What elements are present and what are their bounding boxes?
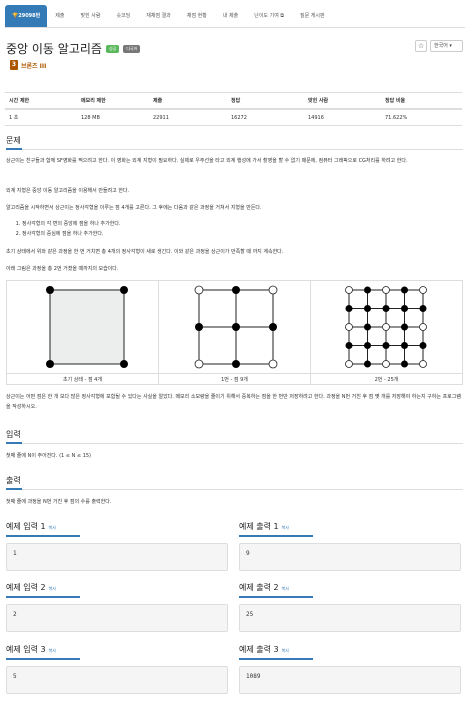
tier-label: 브론즈 III: [21, 62, 47, 70]
table-cell: 1 초: [5, 109, 77, 126]
heading-underline: [6, 596, 80, 598]
sample-output-3-heading: 예제 출력 3 복사: [239, 644, 289, 655]
sample-input-box[interactable]: 2: [6, 604, 228, 632]
heading-underline: [239, 596, 313, 598]
table-header-row: 시간 제한 메모리 제한 제출 정답 맞힌 사람 정답 비율: [5, 92, 462, 110]
output-heading: 출력: [6, 476, 21, 485]
figure-step-2: 2번 - 25개: [311, 281, 462, 384]
tab-short-coding[interactable]: 숏코딩: [108, 5, 138, 27]
problem-nav-tabs: 🏆29098번 제출 맞힌 사람 숏코딩 재채점 결과 채점 현황 내 제출 난…: [5, 5, 465, 28]
sample-output-1-heading: 예제 출력 1 복사: [239, 521, 289, 532]
copy-button[interactable]: 복사: [282, 648, 289, 653]
problem-paragraph: 아래 그림은 과정을 총 2번 거쳤을 때까지의 모습이다.: [6, 266, 119, 272]
problem-info-table: 시간 제한 메모리 제한 제출 정답 맞힌 사람 정답 비율 1 초 128 M…: [5, 92, 462, 126]
heading-underline: [6, 148, 22, 150]
tab-problem[interactable]: 🏆29098번: [5, 5, 48, 27]
table-cell: 71.622%: [381, 109, 462, 126]
heading-underline: [6, 488, 22, 490]
figure-initial: 초기 상태 - 점 4개: [7, 281, 159, 384]
table-header: 제출: [149, 92, 227, 110]
copy-button[interactable]: 복사: [282, 525, 289, 530]
problem-paragraph: 상근이는 친구들과 함께 SF영화를 찍으려고 한다. 이 영화는 외계 지형이…: [6, 158, 408, 164]
page-title: 중앙 이동 알고리즘: [6, 42, 102, 56]
input-heading: 입력: [6, 430, 21, 439]
table-cell: 128 MB: [77, 109, 149, 126]
copy-button[interactable]: 복사: [282, 586, 289, 591]
heading-underline: [6, 535, 80, 537]
tab-label: 29098번: [18, 13, 41, 19]
tab-submit[interactable]: 제출: [47, 5, 72, 27]
divider: [6, 443, 463, 444]
table-header: 맞힌 사람: [304, 92, 381, 110]
title-row: 중앙 이동 알고리즘 성공 다국어: [6, 40, 141, 57]
tab-status[interactable]: 채점 현황: [179, 5, 215, 27]
problem-heading: 문제: [6, 136, 21, 145]
sample-output-box[interactable]: 1089: [239, 666, 461, 694]
table-cell: 22911: [149, 109, 227, 126]
tab-board[interactable]: 질문 게시판: [292, 5, 333, 27]
heading-underline: [239, 658, 313, 660]
sample-input-3-heading: 예제 입력 3 복사: [6, 644, 56, 655]
heading-text: 예제 출력 3: [239, 645, 279, 654]
external-link-icon: ⧉: [280, 13, 284, 19]
sample-input-2-heading: 예제 입력 2 복사: [6, 582, 56, 593]
heading-text: 예제 출력 2: [239, 583, 279, 592]
sample-input-1-heading: 예제 입력 1 복사: [6, 521, 56, 532]
figure-caption: 초기 상태 - 점 4개: [7, 373, 158, 386]
figure-step-1: 1번 - 점 9개: [159, 281, 311, 384]
bronze-tier-icon: 3: [10, 60, 18, 70]
step2-grid-figure: [345, 286, 427, 368]
figure-caption: 1번 - 점 9개: [159, 373, 310, 386]
sample-input-box[interactable]: 1: [6, 543, 228, 571]
heading-text: 예제 출력 1: [239, 522, 279, 531]
tab-difficulty[interactable]: 난이도 기여 ⧉: [246, 5, 292, 27]
sample-output-box[interactable]: 25: [239, 604, 461, 632]
heading-text: 예제 입력 3: [6, 645, 46, 654]
step1-grid-figure: [194, 285, 278, 369]
tab-rejudge[interactable]: 재채점 결과: [138, 5, 179, 27]
tab-label: 난이도 기여: [254, 13, 279, 19]
tier-badge: 3 브론즈 III: [10, 60, 46, 70]
heading-underline: [6, 658, 80, 660]
table-cell: 14916: [304, 109, 381, 126]
problem-paragraph: 초기 상태에서 위와 같은 과정을 한 번 거치면 총 4개의 정사각형이 새로…: [6, 249, 284, 255]
language-select[interactable]: 한국어 ▾: [430, 40, 463, 52]
divider: [6, 149, 463, 150]
table-cell: 16272: [227, 109, 304, 126]
heading-underline: [6, 442, 22, 444]
star-button[interactable]: ☆: [415, 40, 427, 52]
sample-input-box[interactable]: 5: [6, 666, 228, 694]
table-header: 정답: [227, 92, 304, 110]
copy-button[interactable]: 복사: [49, 648, 56, 653]
table-row: 1 초 128 MB 22911 16272 14916 71.622%: [5, 109, 462, 126]
list-item: 정사각형의 각 변의 중앙에 점을 하나 추가한다.: [22, 219, 463, 229]
heading-text: 예제 입력 2: [6, 583, 46, 592]
figure-caption: 2번 - 25개: [311, 373, 462, 386]
status-badge: 성공: [105, 44, 120, 53]
problem-paragraph: 알고리즘을 시작하면서 상근이는 정사각형을 이루는 점 4개를 고른다. 그 …: [6, 205, 262, 211]
problem-paragraph: 상근이는 어떤 점은 한 개 보다 많은 정사각형에 포함될 수 있다는 사실을…: [6, 394, 461, 410]
heading-text: 예제 입력 1: [6, 522, 46, 531]
input-description: 첫째 줄에 N이 주어진다. (1 ≤ N ≤ 15): [6, 453, 92, 459]
initial-square-figure: [46, 286, 128, 368]
tab-my-submissions[interactable]: 내 제출: [215, 5, 246, 27]
heading-underline: [239, 535, 313, 537]
problem-paragraph: 외계 지형은 중앙 이동 알고리즘을 이용해서 만들려고 한다.: [6, 188, 130, 194]
sample-output-box[interactable]: 9: [239, 543, 461, 571]
copy-button[interactable]: 복사: [49, 586, 56, 591]
list-item: 정사각형의 중심에 점을 하나 추가한다.: [22, 229, 463, 239]
output-description: 첫째 줄에 과정을 N번 거친 후 점의 수를 출력한다.: [6, 499, 112, 505]
language-badge: 다국어: [123, 44, 141, 53]
divider: [6, 489, 463, 490]
table-header: 정답 비율: [381, 92, 462, 110]
tab-solved-users[interactable]: 맞힌 사람: [72, 5, 108, 27]
table-header: 시간 제한: [5, 92, 77, 110]
steps-list: 정사각형의 각 변의 중앙에 점을 하나 추가한다. 정사각형의 중심에 점을 …: [6, 219, 463, 239]
table-header: 메모리 제한: [77, 92, 149, 110]
sample-output-2-heading: 예제 출력 2 복사: [239, 582, 289, 593]
copy-button[interactable]: 복사: [49, 525, 56, 530]
figure-table: 초기 상태 - 점 4개 1번 - 점 9개 2번 - 25개: [6, 280, 463, 385]
